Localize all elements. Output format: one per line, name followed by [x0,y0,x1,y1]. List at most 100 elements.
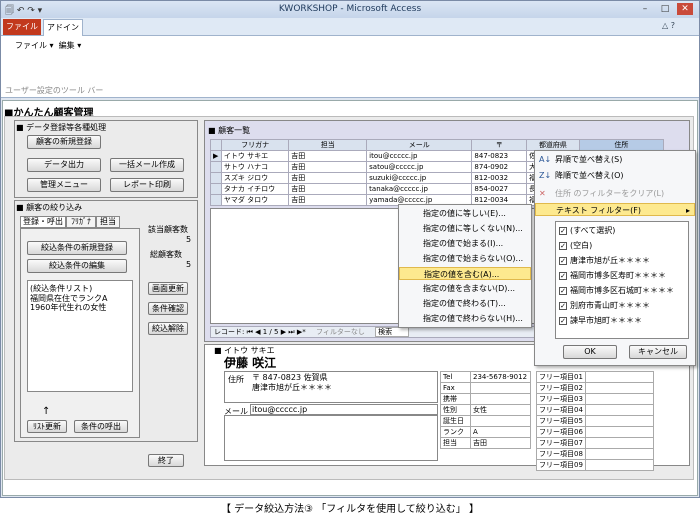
clear-filter-button[interactable]: 絞込解除 [148,322,188,335]
section-title-filter: ■ 顧客の絞り込み [16,203,83,212]
column-header[interactable]: 都道府県 [526,139,580,151]
record-position[interactable]: 1 / 5 [263,328,279,336]
free-field[interactable] [584,371,654,383]
free-fields-table: フリー項目01 フリー項目02 フリー項目03 フリー項目04 フリー項目05 … [536,371,654,471]
list-item[interactable]: 1960年代生れの女性 [30,302,106,313]
free-field[interactable] [584,448,654,460]
mail-field[interactable]: itou@ccccc.jp [252,405,307,414]
filter-option[interactable]: ✓ (空白) [535,239,695,252]
tab-register[interactable]: 登録・呼出 [20,216,66,228]
free-field[interactable] [584,415,654,427]
edit-condition-button[interactable]: 絞込条件の編集 [27,259,127,273]
birthday-field[interactable] [470,415,531,427]
filter-option[interactable]: ✓ 福岡市博多区石城町＊＊＊＊ [535,284,695,297]
filter-status[interactable]: フィルターなし [316,328,365,336]
filter-option[interactable]: ✓ 諫早市旭町＊＊＊＊ [535,314,695,327]
column-header[interactable]: 担当 [288,139,368,151]
gender-label: 性別 [440,404,471,416]
column-header[interactable]: メール [366,139,473,151]
next-record-icon[interactable]: ▶ ⏭ ▶* [281,328,306,336]
ok-button[interactable]: OK [563,345,617,359]
free-label: フリー項目02 [536,382,586,394]
ribbon [1,36,699,98]
refresh-screen-button[interactable]: 画面更新 [148,282,188,295]
menu-item-not-contains[interactable]: 指定の値を含まない(D)... [399,282,531,295]
up-arrow-icon: ↑ [42,406,51,417]
first-record-icon[interactable]: ⏮ ◀ [247,328,261,336]
detail-name: 伊藤 咲江 [224,356,277,370]
sort-asc-icon: A↓ [539,155,552,164]
tab-addin[interactable]: アドイン [43,19,83,36]
row-selector[interactable] [210,139,222,151]
tab-staff[interactable]: 担当 [96,216,120,228]
clear-filter-item[interactable]: ✕ 住所 のフィルターをクリア(L) [535,187,695,200]
free-field[interactable] [584,393,654,405]
filter-option[interactable]: ✓ 福岡市博多区寿町＊＊＊＊ [535,269,695,282]
free-label: フリー項目05 [536,415,586,427]
menu-item-equals[interactable]: 指定の値に等しい(E)... [399,207,531,220]
confirm-condition-button[interactable]: 条件確認 [148,302,188,315]
column-header[interactable]: 住所 [578,139,665,151]
birthday-label: 誕生日 [440,415,471,427]
free-label: フリー項目04 [536,404,586,416]
exit-button[interactable]: 終了 [148,454,184,467]
fax-label: Fax [440,382,471,394]
tel-field[interactable]: 234-5678-9012 [470,371,531,383]
match-count-label: 該当顧客数 [148,225,188,234]
free-field[interactable] [584,459,654,471]
maximize-icon[interactable]: □ [657,3,673,15]
free-label: フリー項目09 [536,459,586,471]
total-count-label: 総顧客数 [150,250,182,259]
tel-label: Tel [440,371,471,383]
close-icon[interactable]: ✕ [677,3,693,15]
export-button[interactable]: データ出力 [27,158,101,172]
menu-item-not-equals[interactable]: 指定の値に等しくない(N)... [399,222,531,235]
column-header[interactable]: 〒 [471,139,528,151]
menu-item-begins[interactable]: 指定の値で始まる(I)... [399,237,531,250]
sort-asc-item[interactable]: A↓ 昇順で並べ替え(S) [535,153,695,166]
address-box [224,371,438,403]
total-count-value: 5 [186,260,192,269]
column-header[interactable]: フリガナ [220,139,290,151]
free-field[interactable] [584,426,654,438]
print-report-button[interactable]: レポート印刷 [110,178,184,192]
staff-label: 担当 [440,437,471,449]
minimize-icon[interactable]: – [637,3,653,15]
sort-desc-item[interactable]: Z↓ 降順で並べ替え(O) [535,169,695,182]
menu-file[interactable]: ファイル ▾ [15,41,54,50]
free-field[interactable] [584,404,654,416]
rank-field[interactable]: A [470,426,531,438]
new-customer-button[interactable]: 顧客の新規登録 [27,135,101,149]
free-field[interactable] [584,437,654,449]
admin-menu-button[interactable]: 管理メニュー [27,178,101,192]
submenu-arrow-icon: ▸ [685,206,690,215]
new-condition-button[interactable]: 絞込条件の新規登録 [27,241,127,255]
menu-item-not-begins[interactable]: 指定の値で始まらない(O)... [399,252,531,265]
fax-field[interactable] [470,382,531,394]
tab-furigana[interactable]: ﾌﾘｶﾞﾅ [66,216,96,228]
call-condition-button[interactable]: 条件の呼出 [74,420,128,433]
cancel-button[interactable]: キャンセル [629,345,687,359]
filter-option[interactable]: ✓ 唐津市旭が丘＊＊＊＊ [535,254,695,267]
bulk-mail-button[interactable]: 一括メール作成 [110,158,184,172]
column-filter-menu: A↓ 昇順で並べ替え(S) Z↓ 降順で並べ替え(O) ✕ 住所 のフィルターをクリア… [534,150,696,366]
text-filter-item[interactable]: テキスト フィルター(F) ▸ [535,203,695,216]
menu-item-contains[interactable]: 指定の値を含む(A)... [399,267,531,280]
search-box[interactable]: 検索 [375,327,410,337]
menu-item-ends[interactable]: 指定の値で終わる(T)... [399,297,531,310]
list-refresh-button[interactable]: ﾘｽﾄ更新 [27,420,67,433]
menu-edit[interactable]: 編集 ▾ [59,41,82,50]
mobile-field[interactable] [470,393,531,405]
filter-option[interactable]: ✓ (すべて選択) [535,224,695,237]
ribbon-tabs: △ ? [1,18,699,36]
customer-list-title: ■ 顧客一覧 [208,126,251,135]
staff-field[interactable]: 吉田 [470,437,531,449]
free-field[interactable] [584,382,654,394]
filter-option[interactable]: ✓ 別府市青山町＊＊＊＊ [535,299,695,312]
menu-item-not-ends[interactable]: 指定の値で終わらない(H)... [399,312,531,325]
help-icon[interactable]: △ ? [662,21,675,30]
memo-field[interactable] [224,415,438,461]
tab-file[interactable]: ファイル [3,19,41,35]
free-label: フリー項目07 [536,437,586,449]
gender-field[interactable]: 女性 [470,404,531,416]
